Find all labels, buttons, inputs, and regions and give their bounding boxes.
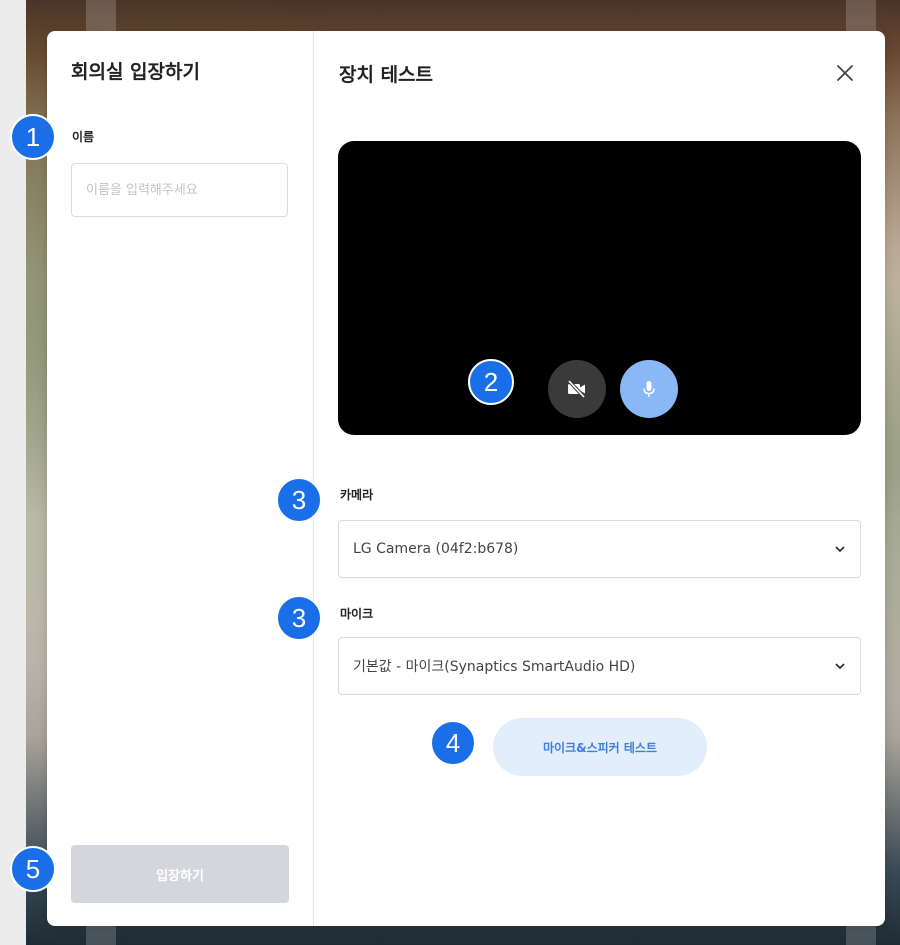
chevron-down-icon [835, 546, 845, 553]
join-panel: 회의실 입장하기 이름 입장하기 [47, 31, 314, 926]
mic-speaker-test-button[interactable]: 마이크&스피커 테스트 [493, 718, 707, 776]
microphone-select-value: 기본값 - 마이크(Synaptics SmartAudio HD) [353, 659, 636, 675]
join-title: 회의실 입장하기 [71, 61, 200, 83]
step-badge: 1 [10, 114, 56, 160]
microphone-toggle-button[interactable] [620, 360, 678, 418]
name-input[interactable] [71, 163, 288, 217]
camera-off-icon [567, 379, 586, 399]
camera-select[interactable]: LG Camera (04f2:b678) [338, 520, 861, 578]
device-test-panel: 장치 테스트 카메라 LG Camera (04f2:b678) 마이크 기본값… [314, 31, 885, 926]
microphone-icon [643, 381, 655, 397]
video-preview [338, 141, 861, 435]
step-badge: 5 [10, 846, 56, 892]
join-meeting-dialog: 회의실 입장하기 이름 입장하기 장치 테스트 [47, 31, 885, 926]
step-badge: 3 [276, 595, 322, 641]
camera-label: 카메라 [340, 488, 374, 502]
close-icon [837, 65, 853, 81]
camera-select-value: LG Camera (04f2:b678) [353, 541, 519, 557]
device-test-title: 장치 테스트 [339, 64, 434, 86]
name-label: 이름 [72, 130, 95, 144]
enter-button[interactable]: 입장하기 [71, 845, 289, 903]
close-button[interactable] [833, 61, 857, 85]
microphone-label: 마이크 [340, 607, 374, 621]
step-badge: 4 [430, 720, 476, 766]
camera-toggle-button[interactable] [548, 360, 606, 418]
step-badge: 3 [276, 477, 322, 523]
chevron-down-icon [835, 663, 845, 670]
step-badge: 2 [468, 359, 514, 405]
microphone-select[interactable]: 기본값 - 마이크(Synaptics SmartAudio HD) [338, 637, 861, 695]
